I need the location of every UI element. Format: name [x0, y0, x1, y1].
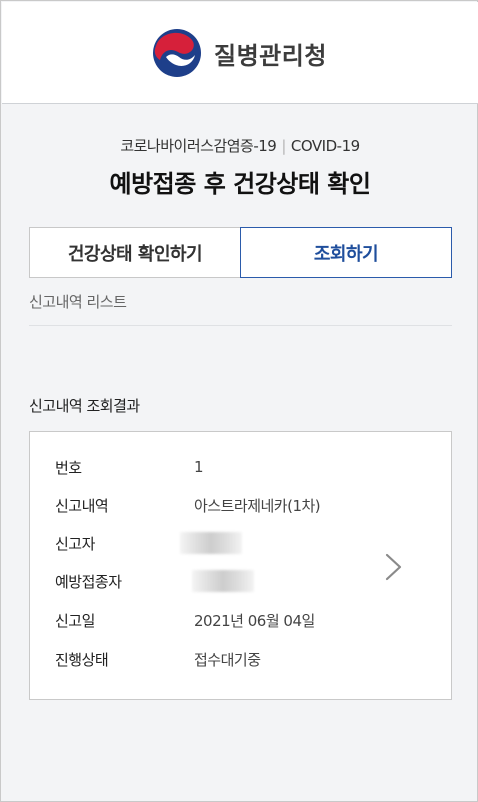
section-divider — [29, 325, 452, 326]
row-report-type: 신고내역 아스트라제네카(1차) — [55, 494, 321, 516]
row-report-type-key: 신고내역 — [55, 496, 109, 515]
row-status: 진행상태 접수대기중 — [55, 648, 261, 670]
header: 질병관리청 — [2, 2, 478, 104]
logo[interactable]: 질병관리청 — [152, 28, 327, 78]
org-name: 질병관리청 — [214, 41, 327, 70]
row-status-key: 진행상태 — [55, 650, 109, 669]
page-subtitle: 코로나바이러스감염증-19 | COVID-19 — [1, 135, 478, 156]
chevron-right-icon[interactable] — [382, 552, 406, 582]
report-card[interactable]: 번호 1 신고내역 아스트라제네카(1차) 신고자 예방접종자 신고일 2021… — [29, 431, 452, 700]
reporter-redacted — [180, 532, 242, 554]
row-status-value: 접수대기중 — [194, 650, 261, 669]
row-report-date-key: 신고일 — [55, 611, 95, 630]
row-report-date-value: 2021년 06월 04일 — [194, 611, 315, 630]
subtitle-en: COVID-19 — [290, 137, 360, 155]
row-number-key: 번호 — [55, 458, 82, 477]
app-frame: 질병관리청 코로나바이러스감염증-19 | COVID-19 예방접종 후 건강상태… — [0, 0, 478, 802]
page-title: 예방접종 후 건강상태 확인 — [109, 170, 371, 198]
row-report-date: 신고일 2021년 06월 04일 — [55, 609, 315, 631]
row-vaccinee: 예방접종자 — [55, 570, 254, 592]
tab-bar: 건강상태 확인하기 조회하기 — [29, 227, 452, 278]
row-number: 번호 1 — [55, 456, 204, 478]
row-vaccinee-key: 예방접종자 — [55, 572, 122, 591]
tab-health-check[interactable]: 건강상태 확인하기 — [29, 227, 240, 278]
row-number-value: 1 — [194, 458, 204, 476]
subtitle-separator: | — [281, 137, 286, 155]
row-reporter: 신고자 — [55, 532, 242, 554]
tab-lookup[interactable]: 조회하기 — [240, 227, 452, 278]
subtitle-ko: 코로나바이러스감염증-19 — [120, 137, 277, 155]
report-list-label: 신고내역 리스트 — [29, 293, 127, 311]
result-section-title: 신고내역 조회결과 — [29, 397, 140, 415]
row-reporter-key: 신고자 — [55, 534, 95, 553]
vaccinee-redacted — [192, 570, 254, 592]
row-report-type-value: 아스트라제네카(1차) — [194, 496, 321, 515]
taegeuk-logo-icon — [153, 29, 201, 77]
